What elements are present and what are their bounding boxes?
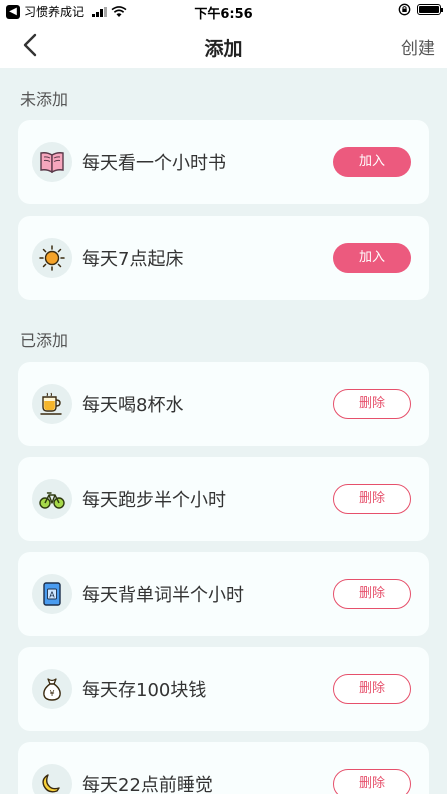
status-time: 下午6:56 <box>194 7 253 22</box>
page-title: 添加 <box>204 38 243 60</box>
delete-habit-button[interactable]: 删除 <box>333 769 411 794</box>
add-habit-button[interactable]: 加入 <box>333 147 411 177</box>
vocab-book-icon: A <box>32 574 72 614</box>
svg-text:¥: ¥ <box>49 689 54 698</box>
moon-icon <box>32 764 72 794</box>
habit-card: 每天跑步半个小时 删除 <box>18 457 429 541</box>
svg-text:A: A <box>49 590 55 599</box>
habit-label: 每天看一个小时书 <box>82 153 226 174</box>
delete-habit-button[interactable]: 删除 <box>333 579 411 609</box>
delete-habit-button[interactable]: 删除 <box>333 674 411 704</box>
habit-label: 每天7点起床 <box>82 249 184 270</box>
delete-habit-button[interactable]: 删除 <box>333 389 411 419</box>
habit-card: A 每天背单词半个小时 删除 <box>18 552 429 636</box>
battery-icon <box>417 4 443 15</box>
sun-icon <box>32 238 72 278</box>
delete-habit-button[interactable]: 删除 <box>333 484 411 514</box>
section-title-added: 已添加 <box>20 331 69 350</box>
book-icon <box>32 142 72 182</box>
habit-card: 每天7点起床 加入 <box>18 216 429 300</box>
add-habit-button[interactable]: 加入 <box>333 243 411 273</box>
cup-icon <box>32 384 72 424</box>
money-bag-icon: ¥ <box>32 669 72 709</box>
habit-label: 每天22点前睡觉 <box>82 775 213 794</box>
habit-label: 每天存100块钱 <box>82 680 207 701</box>
habit-label: 每天背单词半个小时 <box>82 585 244 606</box>
section-title-not-added: 未添加 <box>20 90 69 109</box>
habit-card: 每天22点前睡觉 删除 <box>18 742 429 794</box>
rotation-lock-icon <box>398 3 411 16</box>
status-right <box>398 3 443 16</box>
create-button[interactable]: 创建 <box>401 34 435 59</box>
habit-label: 每天喝8杯水 <box>82 395 184 416</box>
nav-bar: 添加 创建 <box>0 22 447 68</box>
status-bar: ◀ 习惯养成记 下午6:56 <box>0 0 447 22</box>
habit-card: 每天看一个小时书 加入 <box>18 120 429 204</box>
habit-card: 每天喝8杯水 删除 <box>18 362 429 446</box>
habit-label: 每天跑步半个小时 <box>82 490 226 511</box>
habit-card: ¥ 每天存100块钱 删除 <box>18 647 429 731</box>
bike-icon <box>32 479 72 519</box>
